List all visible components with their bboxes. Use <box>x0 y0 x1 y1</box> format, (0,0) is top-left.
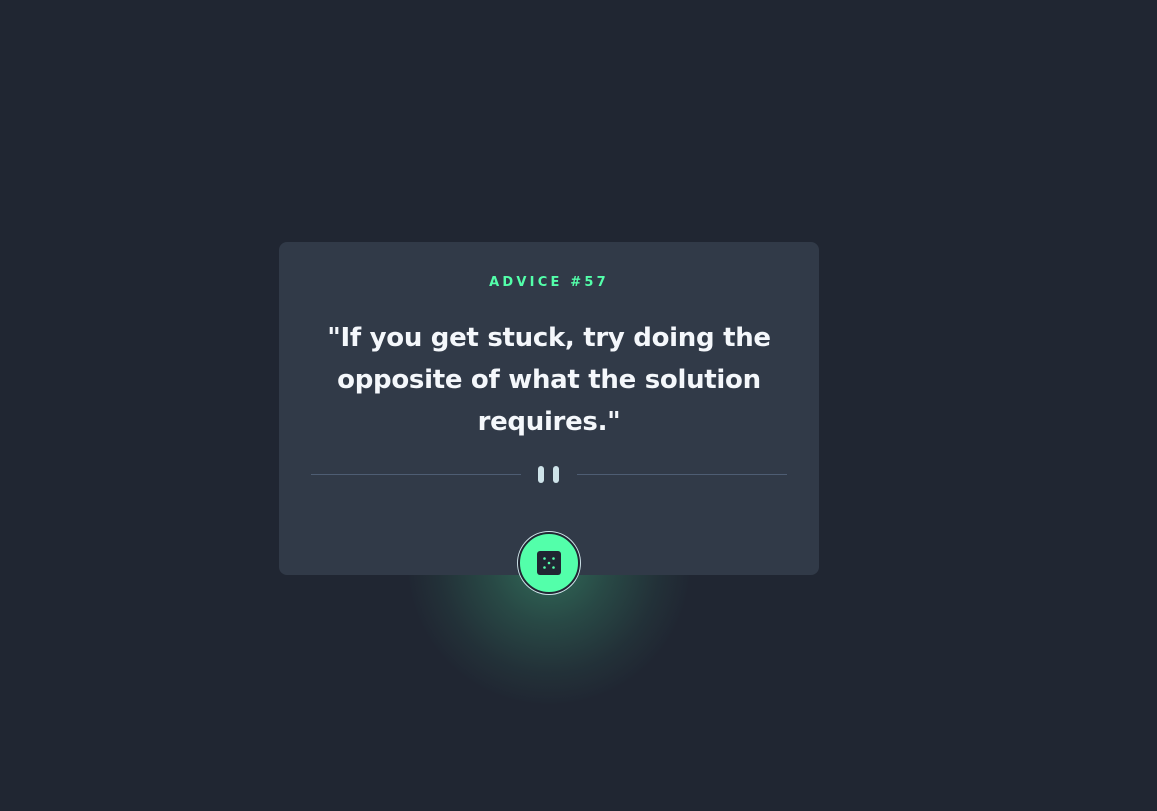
advice-heading: ADVICE #57 <box>489 275 609 290</box>
page: ADVICE #57 "If you get stuck, try doing … <box>0 0 1157 811</box>
new-advice-button[interactable] <box>518 532 580 594</box>
advice-quote: "If you get stuck, try doing the opposit… <box>327 323 771 437</box>
dice-icon <box>537 551 561 575</box>
divider-right <box>577 474 787 475</box>
pause-divider-icon <box>538 466 560 483</box>
divider-left <box>311 474 521 475</box>
pause-bar-left <box>538 466 544 483</box>
pause-bar-right <box>553 466 559 483</box>
